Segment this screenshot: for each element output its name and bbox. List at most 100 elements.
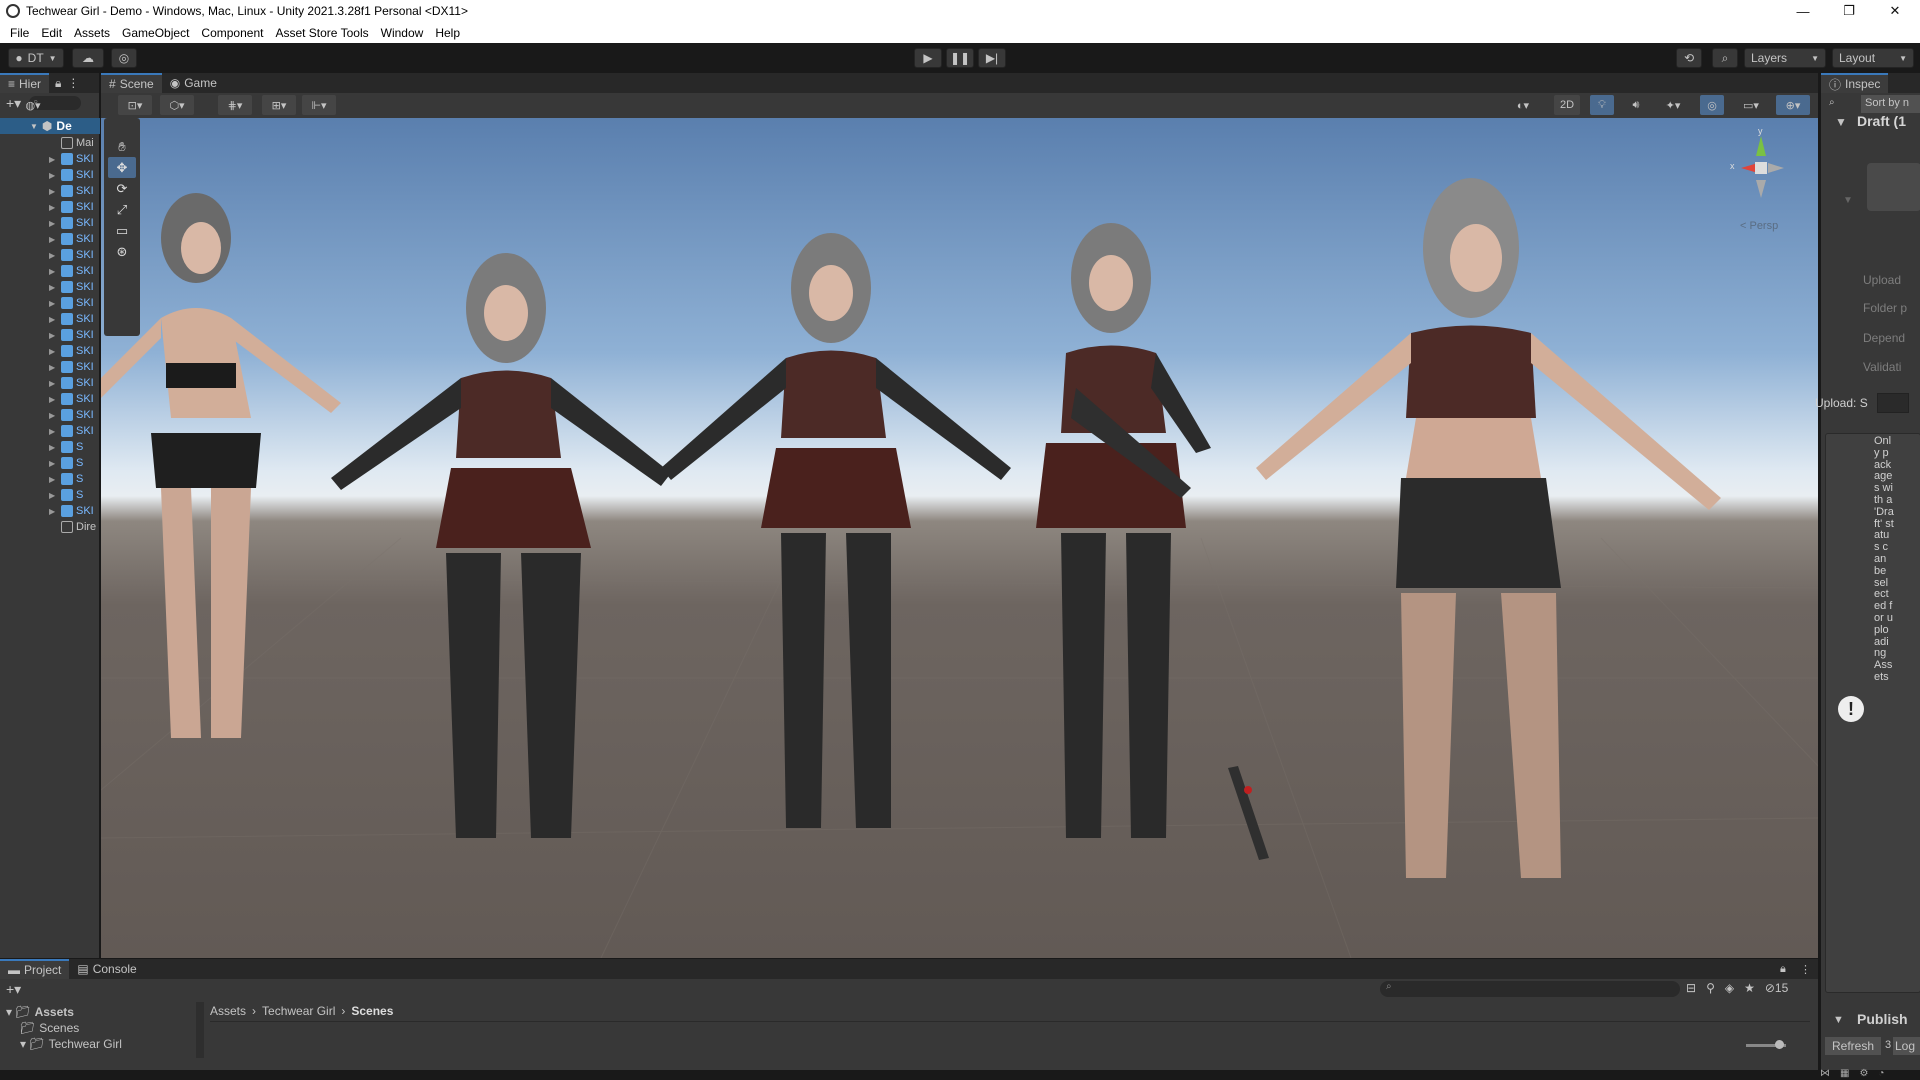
chevron-down-icon[interactable]: ▼ xyxy=(1833,1014,1844,1026)
chevron-right-icon[interactable]: ▶ xyxy=(49,219,57,228)
hierarchy-item[interactable]: ▶ S xyxy=(0,471,100,487)
hierarchy-item[interactable]: ▶ S xyxy=(0,455,100,471)
audio-toggle[interactable]: 🔊︎ xyxy=(1624,95,1648,115)
menu-edit[interactable]: Edit xyxy=(35,26,68,40)
pause-button[interactable]: ❚❚ xyxy=(946,48,974,68)
chevron-right-icon[interactable]: ▶ xyxy=(49,363,57,372)
chevron-right-icon[interactable]: ▶ xyxy=(49,283,57,292)
eye-off-icon[interactable]: ⊘15 xyxy=(1765,981,1788,995)
menu-assets[interactable]: Assets xyxy=(68,26,116,40)
breadcrumb-scenes[interactable]: Scenes xyxy=(351,1004,393,1018)
project-tree-item[interactable]: ▾ 📁︎ Techwear Girl xyxy=(20,1036,122,1052)
global-dropdown[interactable]: ⬡▾ xyxy=(160,95,194,115)
chevron-right-icon[interactable]: ▶ xyxy=(49,379,57,388)
character-model-4[interactable] xyxy=(1036,223,1211,838)
chevron-right-icon[interactable]: ▶ xyxy=(49,171,57,180)
close-button[interactable]: ✕ xyxy=(1872,0,1918,22)
project-tree-item[interactable]: ▾ 📁︎ Assets xyxy=(6,1004,74,1020)
breadcrumb-techwear-girl[interactable]: Techwear Girl xyxy=(262,1004,335,1018)
chevron-right-icon[interactable]: ▶ xyxy=(49,203,57,212)
hierarchy-item[interactable]: ▶ SKI xyxy=(0,151,100,167)
camera-dropdown[interactable]: ▭▾ xyxy=(1734,95,1768,115)
rect-tool-icon[interactable]: ▭ xyxy=(108,220,136,241)
progress-icon[interactable]: ◔ xyxy=(1878,1068,1884,1079)
sort-dropdown[interactable]: Sort by n xyxy=(1861,95,1920,113)
chevron-right-icon[interactable]: ▶ xyxy=(49,251,57,260)
menu-component[interactable]: Component xyxy=(195,26,269,40)
breadcrumb-assets[interactable]: Assets xyxy=(210,1004,246,1018)
project-search-input[interactable]: ⌕ xyxy=(1380,981,1680,997)
character-model-3[interactable] xyxy=(661,233,1011,828)
debug-icon[interactable]: ⚙ xyxy=(1859,1068,1868,1079)
grid-visibility-dropdown[interactable]: ⊞▾ xyxy=(262,95,296,115)
hidden-objects-toggle[interactable]: ◎ xyxy=(1700,95,1724,115)
move-tool-icon[interactable]: ✥ xyxy=(108,157,136,178)
hierarchy-item[interactable]: Mai xyxy=(0,135,100,151)
package-icon[interactable]: ▦ xyxy=(1840,1068,1849,1079)
orientation-gizmo[interactable]: y x < Persp xyxy=(1716,126,1806,238)
tab-console[interactable]: ▤ Console xyxy=(69,959,144,979)
maximize-button[interactable]: ❐ xyxy=(1826,0,1872,22)
effects-dropdown[interactable]: ✦▾ xyxy=(1656,95,1690,115)
history-button[interactable]: ⟲ xyxy=(1676,48,1702,68)
chevron-right-icon[interactable]: ▶ xyxy=(49,315,57,324)
lock-icon[interactable]: 🔒︎ xyxy=(55,76,61,91)
kebab-menu-icon[interactable]: ⋮ xyxy=(67,76,79,90)
project-tree-item[interactable]: 📁︎ Scenes xyxy=(20,1020,79,1036)
tree-scrollbar[interactable] xyxy=(196,1002,204,1058)
hierarchy-item[interactable]: ▶ SKI xyxy=(0,231,100,247)
hierarchy-item[interactable]: ▶ S xyxy=(0,439,100,455)
log-button[interactable]: Log xyxy=(1893,1037,1920,1055)
tab-inspector[interactable]: ⓘ Inspec xyxy=(1821,73,1889,93)
collab-button[interactable]: ◎ xyxy=(111,48,137,68)
cloud-button[interactable]: ☁ xyxy=(72,48,104,68)
hierarchy-item[interactable]: ▶ SKI xyxy=(0,423,100,439)
tab-scene[interactable]: # Scene xyxy=(101,73,162,93)
chevron-right-icon[interactable]: ▶ xyxy=(49,395,57,404)
hierarchy-item[interactable]: ▶ SKI xyxy=(0,503,100,519)
step-button[interactable]: ▶| xyxy=(978,48,1006,68)
upload-status-field[interactable] xyxy=(1877,393,1909,413)
zoom-slider-handle[interactable] xyxy=(1775,1040,1784,1049)
chevron-right-icon[interactable]: ▶ xyxy=(49,187,57,196)
hierarchy-item[interactable]: ▶ SKI xyxy=(0,407,100,423)
transform-tool-icon[interactable]: ⊛ xyxy=(108,241,136,262)
chevron-right-icon[interactable]: ▶ xyxy=(49,443,57,452)
chevron-right-icon[interactable]: ▶ xyxy=(49,459,57,468)
filter-type-icon[interactable]: ⊟ xyxy=(1686,981,1696,995)
character-model-5[interactable] xyxy=(1256,178,1721,878)
tab-game[interactable]: ◉ Game xyxy=(162,73,225,93)
increment-snap-dropdown[interactable]: ⊩▾ xyxy=(302,95,336,115)
hierarchy-item[interactable]: Dire xyxy=(0,519,100,535)
chevron-right-icon[interactable]: ▶ xyxy=(49,475,57,484)
layers-dropdown[interactable]: Layers ▼ xyxy=(1744,48,1826,68)
grid-snap-dropdown[interactable]: ⋕▾ xyxy=(218,95,252,115)
tab-hierarchy[interactable]: ≡ Hier xyxy=(0,73,50,93)
hierarchy-item[interactable]: ▶ SKI xyxy=(0,295,100,311)
hierarchy-scene-root[interactable]: ▼ ⬢ De xyxy=(0,118,100,134)
draw-mode-dropdown[interactable]: ◍▾ xyxy=(15,95,51,115)
menu-file[interactable]: File xyxy=(4,26,35,40)
tag-icon[interactable]: ◈ xyxy=(1725,981,1734,995)
chevron-right-icon[interactable]: ▶ xyxy=(49,411,57,420)
shading-dropdown[interactable]: ◐▾ xyxy=(1508,95,1538,115)
scene-viewport[interactable]: ✋︎ ✥ ⟳ ⤢ ▭ ⊛ y x < Persp xyxy=(101,118,1818,958)
star-icon[interactable]: ★ xyxy=(1744,981,1755,995)
chevron-right-icon[interactable]: ▶ xyxy=(49,235,57,244)
rotate-tool-icon[interactable]: ⟳ xyxy=(108,178,136,199)
hierarchy-item[interactable]: ▶ SKI xyxy=(0,343,100,359)
hierarchy-item[interactable]: ▶ SKI xyxy=(0,183,100,199)
hierarchy-item[interactable]: ▶ SKI xyxy=(0,391,100,407)
tool-handle-dropdown[interactable]: ⊡▾ xyxy=(118,95,152,115)
menu-help[interactable]: Help xyxy=(429,26,466,40)
network-icon[interactable]: ⋈ xyxy=(1820,1068,1830,1079)
hierarchy-item[interactable]: ▶ SKI xyxy=(0,359,100,375)
hand-tool-icon[interactable]: ✋︎ xyxy=(108,136,136,157)
perspective-label[interactable]: < Persp xyxy=(1740,220,1778,232)
hierarchy-item[interactable]: ▶ S xyxy=(0,487,100,503)
hierarchy-item[interactable]: ▶ SKI xyxy=(0,327,100,343)
lock-icon[interactable]: 🔒︎ xyxy=(1780,963,1786,976)
kebab-menu-icon[interactable]: ⋮ xyxy=(1800,963,1811,976)
menu-window[interactable]: Window xyxy=(375,26,430,40)
hierarchy-item[interactable]: ▶ SKI xyxy=(0,263,100,279)
